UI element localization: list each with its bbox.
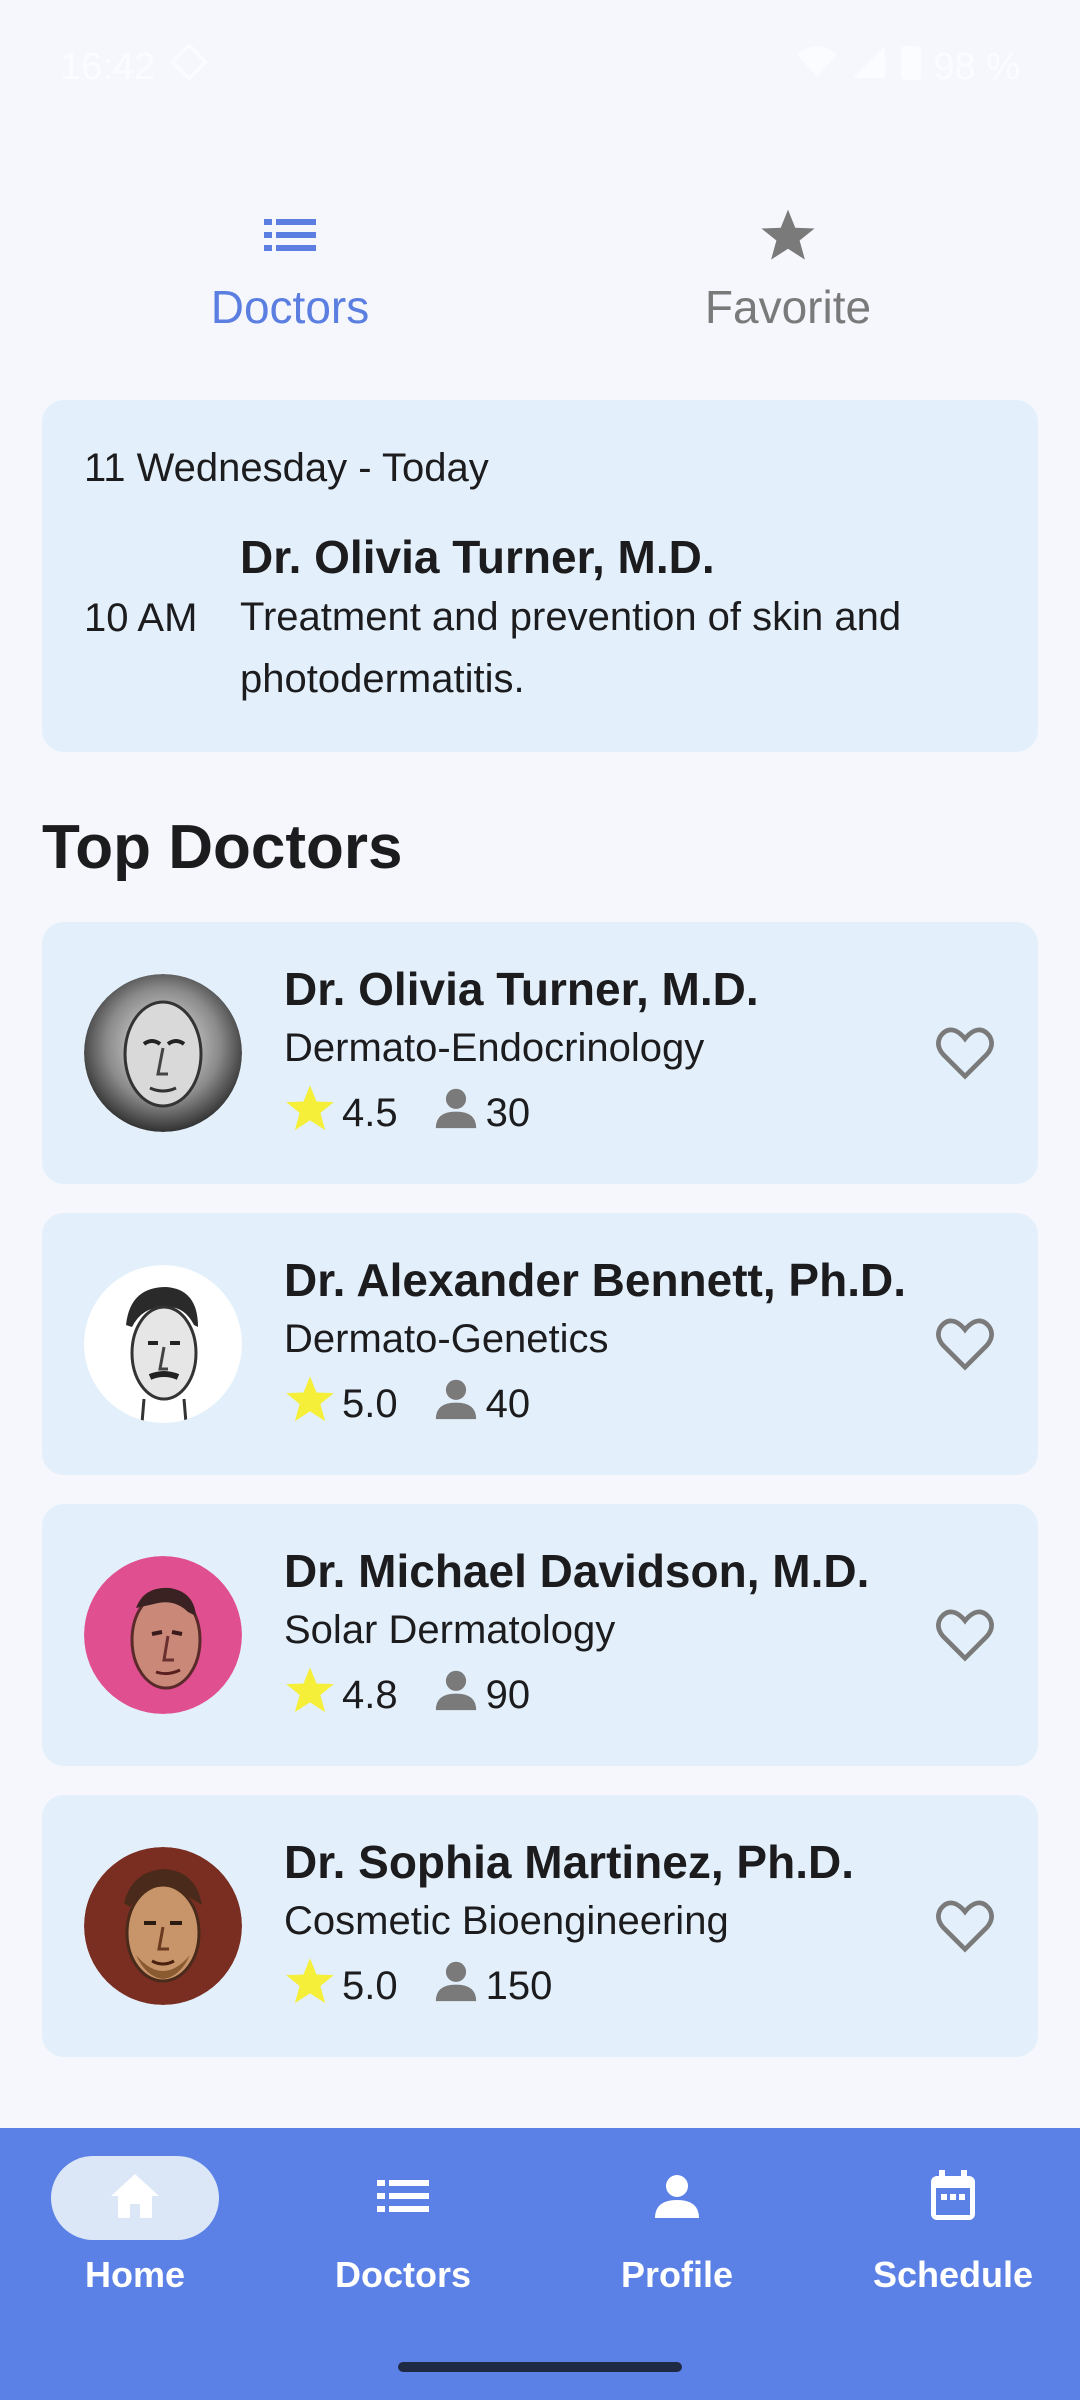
battery-icon [899,42,923,92]
avatar [84,1847,242,2005]
home-icon [109,2172,161,2225]
person-icon [434,1377,478,1431]
tab-favorite-label: Favorite [704,281,872,333]
doctor-patient-count: 150 [485,1963,553,2008]
star-icon [638,200,938,270]
battery-percent: 98 % [933,45,1020,88]
avatar [84,974,242,1132]
status-time: 16:42 [60,45,156,88]
doctor-specialty: Dermato-Genetics [284,1317,609,1361]
person-icon [434,1668,478,1722]
nav-profile-label: Profile [620,2254,734,2295]
list-icon [377,2178,429,2219]
heart-icon[interactable] [934,1022,996,1084]
signal-icon [849,42,889,92]
avatar [84,1556,242,1714]
heart-icon[interactable] [934,1604,996,1666]
doctor-card[interactable]: Dr. Olivia Turner, M.D. Dermato-Endocrin… [42,922,1038,1184]
star-icon [284,1373,336,1435]
avatar [84,1265,242,1423]
tab-bar: Doctors Favorite [0,200,1080,350]
doctor-patient-count: 40 [485,1381,531,1426]
appointment-date: 11 Wednesday - Today [84,446,489,490]
status-bar: 16:42 98 % [0,0,1080,135]
star-icon [284,1955,336,2017]
doctor-rating: 5.0 [342,1963,398,2008]
section-title: Top Doctors [42,813,403,882]
doctor-patient-count: 90 [485,1672,531,1717]
doctor-card[interactable]: Dr. Sophia Martinez, Ph.D. Cosmetic Bioe… [42,1795,1038,2057]
doctor-rating: 5.0 [342,1381,398,1426]
home-indicator[interactable] [398,2362,682,2372]
nav-home-label: Home [84,2254,186,2295]
doctor-card[interactable]: Dr. Michael Davidson, M.D. Solar Dermato… [42,1504,1038,1766]
wifi-icon [795,42,839,92]
doctor-patient-count: 30 [485,1090,531,1135]
calendar-icon [929,2169,977,2227]
nav-doctors-label: Doctors [334,2254,472,2295]
person-icon [653,2172,701,2225]
nav-doctors[interactable]: Doctors [268,2156,538,2296]
doctor-card[interactable]: Dr. Alexander Bennett, Ph.D. Dermato-Gen… [42,1213,1038,1475]
list-icon [140,200,440,270]
heart-icon[interactable] [934,1895,996,1957]
doctor-specialty: Dermato-Endocrinology [284,1026,705,1070]
doctor-rating: 4.5 [342,1090,398,1135]
star-icon [284,1082,336,1144]
nav-schedule[interactable]: Schedule [818,2156,1080,2296]
tab-favorite[interactable]: Favorite [638,200,938,334]
doctor-name: Dr. Sophia Martinez, Ph.D. [284,1836,854,1888]
heart-icon[interactable] [934,1313,996,1375]
person-icon [434,1959,478,2013]
nav-profile[interactable]: Profile [542,2156,812,2296]
upcoming-appointment-card[interactable]: 11 Wednesday - Today 10 AM Dr. Olivia Tu… [42,400,1038,752]
doctor-name: Dr. Alexander Bennett, Ph.D. [284,1254,906,1306]
doctor-name: Dr. Olivia Turner, M.D. [284,963,759,1015]
nav-schedule-label: Schedule [872,2254,1034,2295]
doctor-rating: 4.8 [342,1672,398,1717]
bottom-navigation: Home Doctors Profile Schedule [0,2128,1080,2400]
appointment-description: Treatment and prevention of skin and pho… [240,595,902,701]
tab-doctors-label: Doctors [210,281,370,333]
tab-doctors[interactable]: Doctors [140,200,440,334]
doctor-specialty: Solar Dermatology [284,1608,616,1652]
person-icon [434,1086,478,1140]
appointment-doctor-name: Dr. Olivia Turner, M.D. [240,531,715,583]
nav-home[interactable]: Home [0,2156,270,2296]
star-icon [284,1664,336,1726]
doctor-specialty: Cosmetic Bioengineering [284,1899,729,1943]
data-saver-icon [169,42,209,92]
doctor-name: Dr. Michael Davidson, M.D. [284,1545,870,1597]
appointment-time: 10 AM [84,596,198,640]
